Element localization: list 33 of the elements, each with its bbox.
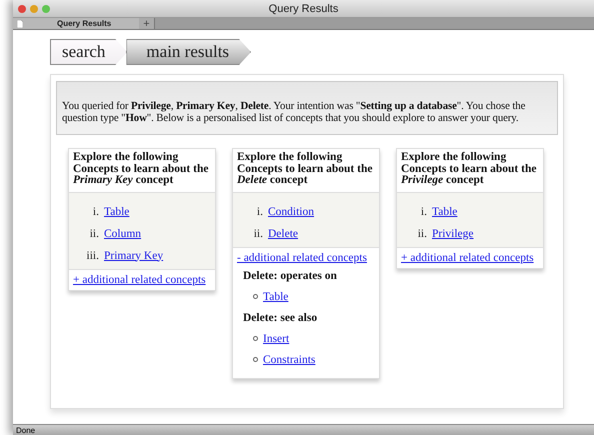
- concept-link[interactable]: Table: [432, 206, 458, 218]
- relation-heading: Delete: see also: [243, 312, 318, 324]
- concept-link[interactable]: Privilege: [432, 228, 474, 240]
- relation-heading: Delete: operates on: [243, 270, 338, 282]
- window-title: Query Results: [268, 2, 338, 14]
- related-concepts-toggle[interactable]: + additional related concepts: [73, 274, 206, 286]
- concept-link[interactable]: Delete: [268, 228, 298, 240]
- bullet-icon: [253, 357, 258, 362]
- browser-tab[interactable]: Query Results: [13, 18, 139, 29]
- list-number: i.: [92, 206, 99, 218]
- concept-link[interactable]: Primary Key: [104, 250, 164, 262]
- concept-link[interactable]: Condition: [268, 206, 314, 218]
- bullet-icon: [253, 294, 258, 299]
- list-number: ii.: [416, 228, 427, 240]
- related-link[interactable]: Constraints: [263, 354, 316, 366]
- list-number: i.: [256, 206, 263, 218]
- concept-link[interactable]: Column: [104, 228, 142, 240]
- list-number: i.: [420, 206, 427, 218]
- related-concepts-toggle[interactable]: + additional related concepts: [401, 252, 534, 264]
- list-number: ii.: [252, 228, 263, 240]
- related-link[interactable]: Table: [263, 290, 288, 302]
- list-number: ii.: [88, 228, 99, 240]
- new-tab-button[interactable]: +: [139, 18, 155, 29]
- breadcrumb-step[interactable]: main results: [126, 39, 252, 65]
- concept-link[interactable]: Table: [104, 206, 130, 218]
- page-icon: [17, 20, 23, 28]
- list-number: iii.: [86, 250, 99, 262]
- bullet-icon: [253, 336, 258, 341]
- query-summary: You queried for Privilege, Primary Key, Delete. Your intention was "Setting up a database". You chose the question type "How". Below is a personalised list of concepts that you should explore to answer your query.: [56, 81, 558, 135]
- related-link[interactable]: Insert: [263, 332, 290, 344]
- status-text: Done: [16, 426, 36, 434]
- related-concepts-toggle[interactable]: - additional related concepts: [237, 252, 367, 264]
- breadcrumb-step[interactable]: search: [50, 39, 128, 65]
